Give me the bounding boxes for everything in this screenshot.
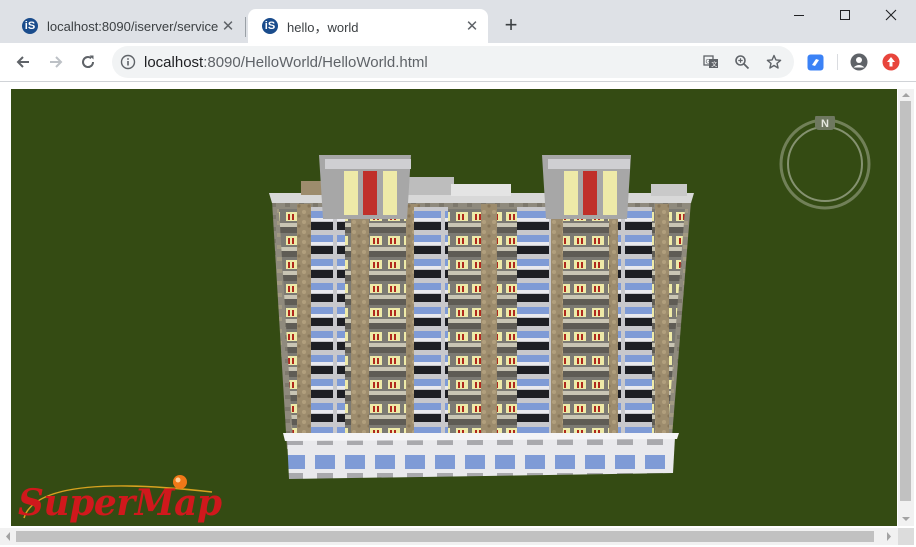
url-host: localhost — [144, 54, 204, 71]
compass-widget[interactable]: N — [777, 116, 873, 212]
scroll-right-icon[interactable] — [884, 528, 894, 545]
iserver-icon: iS — [22, 18, 38, 34]
logo-text: SuperMap — [18, 482, 222, 524]
info-icon[interactable] — [120, 54, 136, 70]
url-text: localhost:8090/HelloWorld/HelloWorld.htm… — [144, 54, 428, 71]
update-icon[interactable] — [882, 53, 900, 71]
supermap-logo: SuperMap — [18, 474, 228, 524]
vertical-scrollbar[interactable] — [898, 89, 914, 526]
tab-strip: iS localhost:8090/iserver/services ✕ iS … — [0, 0, 916, 43]
forward-button[interactable] — [41, 47, 71, 77]
scroll-down-icon[interactable] — [898, 514, 914, 524]
browser-toolbar: localhost:8090/HelloWorld/HelloWorld.htm… — [0, 43, 916, 82]
maximize-icon — [840, 10, 850, 20]
tab-hello-world[interactable]: iS hello，world ✕ — [248, 9, 488, 43]
svg-text:文: 文 — [711, 61, 717, 69]
reload-button[interactable] — [73, 47, 103, 77]
iserver-icon: iS — [262, 18, 278, 34]
reload-icon — [82, 55, 95, 68]
tab-iserver[interactable]: iS localhost:8090/iserver/services ✕ — [8, 9, 244, 43]
tab-title: hello，world — [287, 19, 359, 35]
close-icon[interactable]: ✕ — [218, 17, 238, 35]
maximize-button[interactable] — [822, 0, 868, 30]
tab-title: localhost:8090/iserver/services — [47, 18, 218, 34]
svg-text:G: G — [706, 58, 711, 65]
close-window-button[interactable] — [868, 0, 914, 30]
horizontal-scroll-thumb[interactable] — [16, 531, 874, 542]
back-button[interactable] — [8, 47, 38, 77]
horizontal-scrollbar[interactable] — [0, 528, 898, 545]
bookmark-star-icon[interactable] — [765, 53, 783, 71]
tab-separator — [245, 17, 246, 37]
vertical-scroll-thumb[interactable] — [900, 101, 911, 501]
scrollbar-corner — [898, 528, 914, 545]
zoom-icon[interactable] — [733, 53, 751, 71]
scene-3d-canvas[interactable]: N SuperMap — [11, 89, 897, 526]
address-bar[interactable]: localhost:8090/HelloWorld/HelloWorld.htm… — [112, 46, 794, 78]
arrow-left-icon — [16, 56, 29, 68]
close-icon — [885, 9, 897, 21]
scroll-left-icon[interactable] — [3, 528, 13, 545]
close-icon[interactable]: ✕ — [462, 17, 482, 35]
building-model — [269, 155, 694, 479]
url-path: :8090/HelloWorld/HelloWorld.html — [203, 54, 428, 71]
minimize-icon — [794, 15, 804, 16]
compass-north-label: N — [821, 118, 829, 130]
toolbar-divider — [837, 54, 838, 70]
arrow-right-icon — [50, 56, 63, 68]
translate-icon[interactable]: 文G — [702, 53, 720, 71]
page-viewport: N SuperMap — [0, 82, 916, 547]
extension-icon[interactable] — [806, 53, 824, 71]
profile-avatar-icon[interactable] — [850, 53, 868, 71]
scroll-up-icon[interactable] — [898, 90, 914, 100]
new-tab-button[interactable]: + — [498, 13, 524, 39]
minimize-button[interactable] — [776, 0, 822, 30]
